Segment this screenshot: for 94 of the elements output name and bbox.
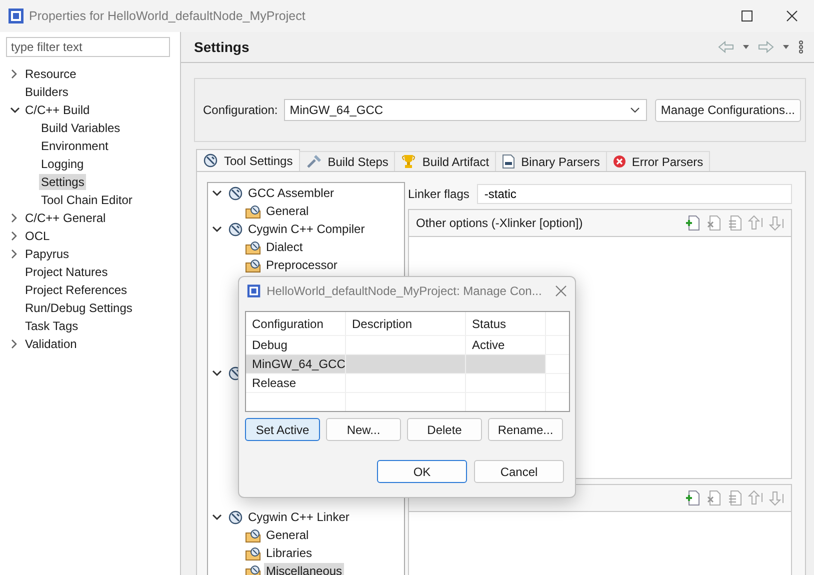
trophy-icon <box>401 154 416 169</box>
folder-icon <box>245 528 261 542</box>
tree-item[interactable]: Environment <box>39 138 110 154</box>
edit-icon <box>727 215 743 231</box>
tree-item[interactable]: Logging <box>39 156 86 172</box>
tree-item[interactable]: Project References <box>23 282 130 298</box>
move-down-button[interactable] <box>769 215 785 231</box>
folder-icon <box>245 258 261 272</box>
tree-item[interactable]: C/C++ Build <box>23 102 92 118</box>
folder-icon <box>245 204 261 218</box>
more-options-icon <box>798 40 804 54</box>
delete-button[interactable] <box>706 215 722 231</box>
tree-item[interactable]: Validation <box>23 336 79 352</box>
app-logo-icon <box>8 8 24 24</box>
tree-item[interactable]: Dialect <box>264 239 305 255</box>
folder-icon <box>245 564 261 575</box>
dialog-button[interactable]: Delete <box>407 418 482 441</box>
tree-item[interactable]: General <box>264 203 311 219</box>
edit-icon <box>727 490 743 506</box>
close-icon <box>555 285 568 297</box>
tree-item[interactable]: C/C++ General <box>23 210 108 226</box>
dialog-button[interactable]: Set Active <box>245 418 320 441</box>
maximize-icon <box>740 10 752 22</box>
app-logo-icon <box>247 283 261 299</box>
window-title: Properties for HelloWorld_defaultNode_MyProject <box>29 9 306 23</box>
hammer-icon <box>306 154 322 169</box>
tab[interactable]: Tool Settings <box>196 149 300 171</box>
tab[interactable]: Error Parsers <box>606 151 710 171</box>
tree-item[interactable]: Papyrus <box>23 246 72 262</box>
linker-flags-label: Linker flags <box>408 186 470 200</box>
page-title: Settings <box>194 39 250 55</box>
move-down-icon <box>769 215 785 231</box>
linker-flags-field[interactable]: -static <box>477 184 792 204</box>
move-down-button[interactable] <box>769 490 785 506</box>
folder-icon <box>245 546 261 560</box>
delete-button[interactable] <box>706 490 722 506</box>
manage-configurations-button[interactable]: Manage Configurations... <box>654 98 801 122</box>
tree-item[interactable]: Project Natures <box>23 264 110 280</box>
move-up-button[interactable] <box>748 215 764 231</box>
column-header[interactable]: Status <box>466 312 546 336</box>
binary-file-icon <box>502 154 516 169</box>
forward-button[interactable] <box>756 40 776 54</box>
table-cell: Release <box>246 374 346 393</box>
more-options-button[interactable] <box>796 40 806 54</box>
tab[interactable]: Build Steps <box>298 151 396 171</box>
tree-item[interactable]: Task Tags <box>23 318 80 334</box>
error-icon <box>612 155 626 168</box>
tree-item[interactable]: Run/Debug Settings <box>23 300 134 316</box>
dialog-button[interactable]: Rename... <box>488 418 563 441</box>
option-list-title: Other options (-Xlinker [option]) <box>416 216 584 230</box>
edit-button[interactable] <box>727 215 743 231</box>
tree-item[interactable]: Miscellaneous <box>264 563 344 575</box>
tree-item[interactable]: Cygwin C++ Linker <box>246 509 352 525</box>
dialog-button[interactable]: Cancel <box>474 460 564 483</box>
back-button[interactable] <box>716 40 736 54</box>
add-button[interactable] <box>685 215 701 231</box>
dialog-button[interactable]: OK <box>377 460 467 483</box>
tree-item[interactable]: Build Variables <box>39 120 122 136</box>
forward-icon <box>758 40 774 54</box>
tree-item[interactable]: Cygwin C++ Compiler <box>246 221 367 237</box>
tree-item[interactable]: Preprocessor <box>264 257 340 273</box>
configuration-dropdown[interactable]: MinGW_64_GCC <box>284 99 647 121</box>
delete-icon <box>706 490 722 506</box>
tree-item[interactable]: Builders <box>23 84 70 100</box>
tab[interactable]: Build Artifact <box>394 151 496 171</box>
tree-item[interactable]: General <box>264 527 311 543</box>
delete-icon <box>706 215 722 231</box>
configuration-label: Configuration: <box>203 103 278 117</box>
dialog-button[interactable]: New... <box>326 418 401 441</box>
move-up-icon <box>748 490 764 506</box>
column-header[interactable]: Description <box>346 312 466 336</box>
folder-icon <box>245 240 261 254</box>
tab[interactable]: Binary Parsers <box>495 151 607 171</box>
move-up-icon <box>748 215 764 231</box>
table-row[interactable]: Release <box>246 374 569 393</box>
back-icon <box>718 40 734 54</box>
tree-item[interactable]: Resource <box>23 66 78 82</box>
add-icon <box>685 215 701 231</box>
tree-item[interactable]: Libraries <box>264 545 314 561</box>
close-icon <box>786 10 798 22</box>
tree-item[interactable]: Settings <box>39 174 86 190</box>
move-up-button[interactable] <box>748 490 764 506</box>
table-row[interactable]: MinGW_64_GCC <box>246 355 569 374</box>
dialog-title: HelloWorld_defaultNode_MyProject: Manage Con... <box>266 284 542 298</box>
filter-field[interactable]: type filter text <box>6 37 170 57</box>
add-icon <box>685 490 701 506</box>
add-button[interactable] <box>685 490 701 506</box>
tree-item[interactable]: OCL <box>23 228 52 244</box>
column-header[interactable]: Configuration <box>246 312 346 336</box>
edit-button[interactable] <box>727 490 743 506</box>
table-cell: MinGW_64_GCC <box>246 355 346 374</box>
tree-item[interactable]: Tool Chain Editor <box>39 192 134 208</box>
move-down-icon <box>769 490 785 506</box>
tree-item[interactable]: GCC Assembler <box>246 185 336 201</box>
